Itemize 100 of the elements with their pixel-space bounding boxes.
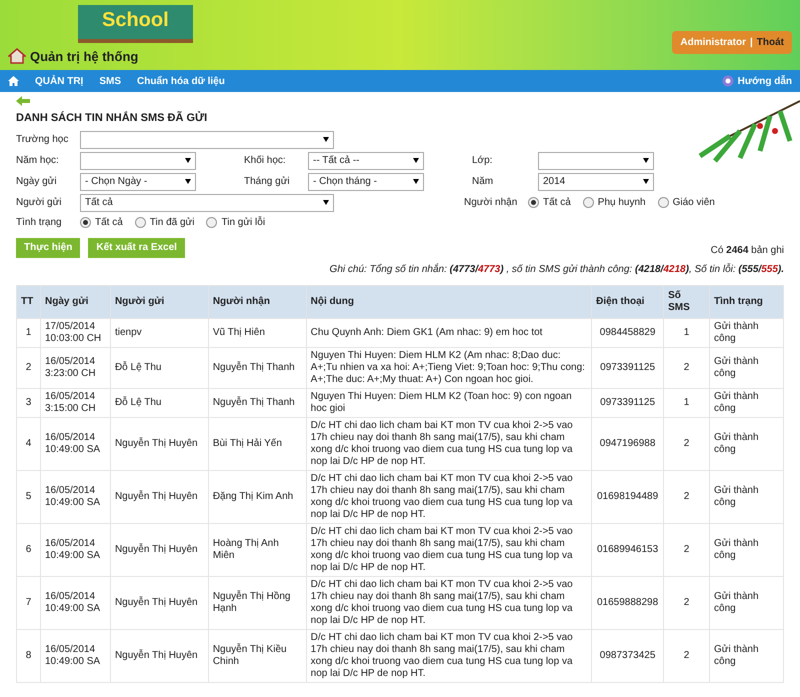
nav-link[interactable]: Chuẩn hóa dữ liệu	[137, 74, 225, 88]
radio-button[interactable]	[134, 216, 146, 228]
caret-icon	[323, 200, 329, 205]
table-cell: 1	[664, 388, 710, 417]
help-link[interactable]: Hướng dẫn	[738, 74, 792, 88]
table-cell: D/c HT chi dao lich cham bai KT mon TV cua khoi 2->5 vao 17h chieu nay doi thanh 8h sang mai(17/5), sau khi cham xong d/c khoi truong vao diem cua tung HS cua tung lop va nop lai D/c HP de nop HT.	[306, 523, 592, 576]
column-header: Số SMS	[664, 285, 710, 318]
logo-board: School	[78, 4, 193, 42]
select-field[interactable]	[80, 130, 334, 148]
table-cell: 01698194489	[592, 470, 664, 523]
table-cell: 4	[16, 417, 40, 470]
select-field[interactable]: 2014	[538, 172, 654, 190]
table-cell: Vũ Thị Hiên	[208, 318, 306, 347]
table-cell: 01689946153	[592, 523, 664, 576]
table-cell: Gửi thành công	[710, 523, 784, 576]
table-cell: Nguyễn Thị Thanh	[208, 388, 306, 417]
table-cell: D/c HT chi dao lich cham bai KT mon TV cua khoi 2->5 vao 17h chieu nay doi thanh 8h sang mai(17/5), sau khi cham xong d/c khoi truong vao diem cua tung HS cua tung lop va nop lai D/c HP de nop HT.	[306, 576, 592, 629]
radio-button[interactable]	[582, 197, 594, 208]
table-cell: 2	[664, 629, 710, 682]
caret-icon	[185, 179, 191, 184]
table-cell: Gửi thành công	[710, 470, 784, 523]
column-header: TT	[16, 285, 40, 318]
radio-label: Tất cả	[95, 216, 123, 230]
user-name: Administrator	[680, 36, 746, 50]
back-arrow-icon[interactable]	[16, 96, 30, 106]
table-cell: 2	[664, 576, 710, 629]
table-cell: Bùi Thị Hải Yến	[208, 417, 306, 470]
table-cell: 16/05/2014 3:15:00 CH	[40, 388, 110, 417]
select-field[interactable]: -- Tất cả --	[308, 152, 424, 170]
table-cell: 7	[16, 576, 40, 629]
table-cell: Nguyễn Thị Huyên	[110, 576, 208, 629]
house-icon	[8, 48, 26, 64]
table-cell: Nguyễn Thị Huyên	[110, 470, 208, 523]
logout-link[interactable]: Thoát	[756, 35, 784, 50]
radio-label: Tin đã gửi	[150, 216, 194, 230]
radio-label: Tin gửi lỗi	[221, 215, 266, 230]
table-cell: 2	[664, 417, 710, 470]
table-cell: 16/05/2014 3:23:00 CH	[40, 347, 110, 388]
table-cell: Nguyen Thi Huyen: Diem HLM K2 (Toan hoc: 9) con ngoan hoc gioi	[306, 388, 592, 417]
table-cell: 2	[664, 470, 710, 523]
table-cell: 0973391125	[592, 347, 664, 388]
table-cell: Nguyễn Thị Huyên	[110, 417, 208, 470]
table-cell: D/c HT chi dao lich cham bai KT mon TV cua khoi 2->5 vao 17h chieu nay doi thanh 8h sang mai(17/5), sau khi cham xong d/c khoi truong vao diem cua tung HS cua tung lop va nop lai D/c HP de nop HT.	[306, 629, 592, 682]
table-cell: 16/05/2014 10:49:00 SA	[40, 629, 110, 682]
table-cell: 2	[664, 523, 710, 576]
field-label: Người nhận	[464, 196, 518, 210]
field-label: Người gửi	[16, 196, 63, 210]
table-cell: Gửi thành công	[710, 347, 784, 388]
caret-icon	[185, 158, 191, 163]
table-cell: 0947196988	[592, 417, 664, 470]
table-cell: 2	[664, 347, 710, 388]
select-field[interactable]: Tất cả	[80, 194, 334, 212]
field-label: Khối học:	[244, 154, 287, 168]
table-cell: 1	[664, 318, 710, 347]
nav-link[interactable]: QUẢN TRỊ	[35, 74, 84, 88]
table-cell: Nguyễn Thị Hồng Hạnh	[208, 576, 306, 629]
table-cell: 3	[16, 388, 40, 417]
field-label: Lớp:	[472, 154, 494, 168]
field-label: Năm học:	[16, 154, 60, 168]
caret-icon	[643, 179, 649, 184]
table-cell: Gửi thành công	[710, 318, 784, 347]
radio-button[interactable]	[80, 216, 91, 228]
table-cell: Đặng Thị Kim Anh	[208, 470, 306, 523]
table-cell: 16/05/2014 10:49:00 SA	[40, 576, 110, 629]
radio-button[interactable]	[658, 197, 669, 208]
caret-icon	[643, 158, 649, 163]
caret-icon	[413, 158, 419, 163]
table-cell: Gửi thành công	[710, 388, 784, 417]
table-cell: Nguyen Thi Huyen: Diem HLM K2 (Am nhac: 8;Dao duc: A+;Tu nhien va xa hoi: A+;Tieng Viet: 9;Toan hoc: 9;Thu cong: A+;The duc: A+;My thuat: A+) Con ngoan hoc gioi.	[306, 347, 592, 388]
column-header: Người nhận	[208, 285, 306, 318]
table-cell: 2	[16, 347, 40, 388]
select-field[interactable]: - Chọn tháng -	[308, 172, 424, 190]
separator: |	[750, 36, 753, 50]
summary-note: Ghi chú: Tổng số tin nhắn: (4773/4773) , số tin SMS gửi thành công: (4218/4218), Số tin lỗi: (555/555).	[328, 262, 784, 276]
table-cell: Đỗ Lệ Thu	[110, 388, 208, 417]
table-cell: 0984458829	[592, 318, 664, 347]
nav-link[interactable]: SMS	[99, 74, 122, 88]
table-cell: Nguyễn Thị Thanh	[208, 347, 306, 388]
radio-label: Giáo viên	[672, 196, 715, 210]
column-header: Điện thoại	[592, 285, 664, 318]
table-cell: Chu Quynh Anh: Diem GK1 (Am nhac: 9) em hoc tot	[306, 318, 592, 347]
caret-icon	[413, 179, 419, 184]
table-cell: Gửi thành công	[710, 576, 784, 629]
table-cell: 1	[16, 318, 40, 347]
radio-button[interactable]	[528, 197, 539, 208]
table-cell: Nguyễn Thị Kiều Chinh	[208, 629, 306, 682]
home-icon[interactable]	[8, 76, 19, 86]
select-field[interactable]	[80, 152, 196, 170]
column-header: Nội dung	[306, 285, 592, 318]
system-title: Quản trị hệ thống	[30, 48, 138, 66]
table-cell: 6	[16, 523, 40, 576]
table-cell: Gửi thành công	[710, 417, 784, 470]
table-cell: Nguyễn Thị Huyên	[110, 629, 208, 682]
radio-button[interactable]	[206, 216, 218, 228]
select-field[interactable]: - Chọn Ngày -	[80, 172, 196, 190]
table-cell: Nguyễn Thị Huyên	[110, 523, 208, 576]
help-icon	[722, 75, 734, 87]
table-cell: 16/05/2014 10:49:00 SA	[40, 470, 110, 523]
select-field[interactable]	[538, 152, 654, 170]
page-title: DANH SÁCH TIN NHẮN SMS ĐÃ GỬI	[16, 110, 208, 126]
